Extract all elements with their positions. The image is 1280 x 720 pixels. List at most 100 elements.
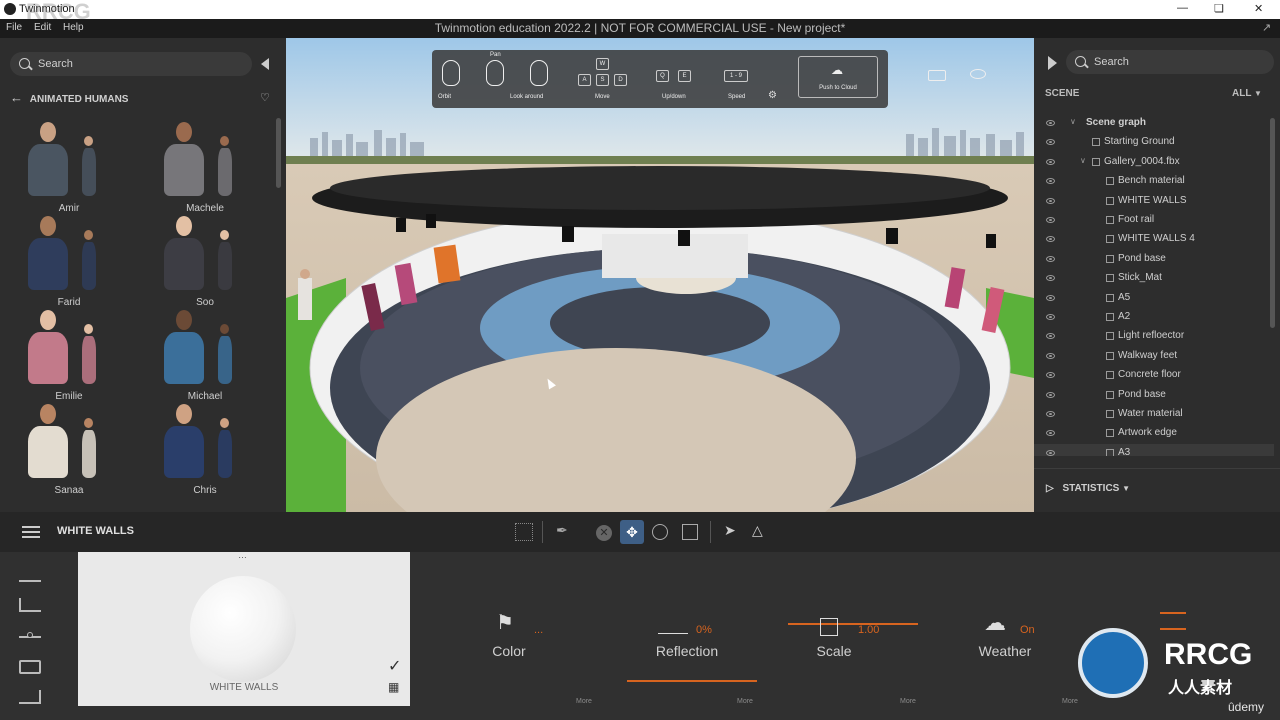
human-item[interactable]: Chris bbox=[150, 402, 260, 496]
scene-tree-item[interactable]: Stick_Mat bbox=[1034, 269, 1274, 288]
human-item[interactable]: Sanaa bbox=[14, 402, 124, 496]
human-item[interactable]: Michael bbox=[150, 308, 260, 402]
visibility-eye-icon[interactable] bbox=[1046, 178, 1055, 185]
scene-tree-item[interactable]: WHITE WALLS 4 bbox=[1034, 230, 1274, 249]
favorite-icon[interactable]: ♡ bbox=[260, 91, 270, 104]
visibility-eye-icon[interactable] bbox=[1046, 352, 1055, 359]
visibility-eye-icon[interactable] bbox=[1046, 275, 1055, 282]
push-to-cloud-button[interactable]: ☁ Push to Cloud bbox=[798, 56, 878, 98]
color-more-link[interactable]: More bbox=[576, 698, 592, 705]
split-view-icon[interactable] bbox=[928, 70, 946, 81]
library-search-input[interactable]: Search bbox=[10, 52, 252, 76]
minimize-icon[interactable]: — bbox=[1177, 2, 1188, 14]
more-dots-icon[interactable]: … bbox=[238, 550, 247, 560]
scene-tree-item[interactable]: A2 bbox=[1034, 308, 1274, 327]
visibility-eye-icon[interactable] bbox=[1046, 449, 1055, 456]
scene-tree-item[interactable]: Concrete floor bbox=[1034, 366, 1274, 385]
checkmark-icon[interactable]: ✓ bbox=[388, 656, 401, 676]
slider-icon[interactable] bbox=[19, 630, 41, 644]
visibility-eye-icon[interactable] bbox=[1046, 430, 1055, 437]
visibility-eye-icon[interactable] bbox=[1046, 391, 1055, 398]
reflection-more-link[interactable]: More bbox=[737, 698, 753, 705]
filter-dropdown[interactable]: ALL ▼ bbox=[1232, 88, 1262, 99]
scene-tree-item[interactable]: Light refloector bbox=[1034, 327, 1274, 346]
rotate-tool-icon[interactable] bbox=[652, 524, 668, 540]
visibility-eye-icon[interactable] bbox=[1046, 411, 1055, 417]
weather-cloud-icon[interactable]: ☁ bbox=[984, 610, 1006, 636]
scene-search-input[interactable]: Search bbox=[1066, 50, 1274, 74]
grid-snap-icon[interactable] bbox=[515, 523, 533, 541]
maximize-icon[interactable]: ❏ bbox=[1214, 2, 1224, 15]
visibility-eye-icon[interactable] bbox=[1046, 236, 1055, 243]
scene-tree-item[interactable]: ∨ Scene graph bbox=[1034, 114, 1274, 133]
animation-icon[interactable] bbox=[19, 598, 41, 612]
view-eye-icon[interactable] bbox=[970, 69, 986, 79]
scale-label[interactable]: Scale bbox=[774, 643, 894, 659]
back-arrow-icon[interactable]: ← bbox=[10, 90, 23, 105]
scene-tree-item[interactable]: Starting Ground bbox=[1034, 133, 1274, 152]
reflection-label[interactable]: Reflection bbox=[627, 643, 747, 659]
media-icon[interactable] bbox=[19, 660, 41, 674]
import-icon[interactable] bbox=[19, 568, 41, 582]
material-preview[interactable]: WHITE WALLS ✓ ▦ … bbox=[78, 550, 410, 706]
visibility-eye-icon[interactable] bbox=[1046, 139, 1055, 146]
scene-tree-item[interactable]: ∨ Gallery_0004.fbx bbox=[1034, 153, 1274, 172]
reflection-slider[interactable] bbox=[627, 680, 757, 682]
scene-tree-item[interactable]: Walkway feet bbox=[1034, 347, 1274, 366]
3d-viewport[interactable]: Pan Orbit Look around W A S D Move Q E U… bbox=[286, 38, 1034, 512]
paint-bucket-icon[interactable]: ⚑ bbox=[496, 610, 514, 635]
collapse-right-icon[interactable] bbox=[1048, 56, 1057, 70]
expand-chevron-icon[interactable]: ∨ bbox=[1080, 156, 1086, 165]
settings-gear-icon[interactable]: ⚙ bbox=[768, 90, 777, 101]
visibility-eye-icon[interactable] bbox=[1046, 158, 1055, 165]
scale-slider[interactable] bbox=[788, 623, 918, 625]
human-item[interactable]: Farid bbox=[14, 214, 124, 308]
human-item[interactable]: Amir bbox=[14, 120, 124, 214]
visibility-eye-icon[interactable] bbox=[1046, 197, 1055, 204]
visibility-eye-icon[interactable] bbox=[1046, 314, 1055, 320]
scene-tree-item[interactable]: WHITE WALLS bbox=[1034, 192, 1274, 211]
move-tool-icon[interactable]: ✥ bbox=[620, 520, 644, 544]
local-axis-icon[interactable]: △ bbox=[752, 522, 763, 539]
visibility-eye-icon[interactable] bbox=[1046, 120, 1055, 126]
human-item[interactable]: Soo bbox=[150, 214, 260, 308]
visibility-eye-icon[interactable] bbox=[1046, 333, 1055, 340]
settings-sliders-icon[interactable] bbox=[1160, 612, 1186, 630]
scene-tree-item[interactable]: A3 bbox=[1034, 443, 1274, 456]
pivot-tool-icon[interactable]: ➤ bbox=[724, 522, 736, 539]
scene-render[interactable] bbox=[286, 38, 1034, 512]
clear-selection-icon[interactable]: ✕ bbox=[596, 525, 612, 541]
collapse-left-icon[interactable] bbox=[261, 58, 269, 70]
human-item[interactable]: Machele bbox=[150, 120, 260, 214]
visibility-eye-icon[interactable] bbox=[1046, 372, 1055, 379]
scene-tree-item[interactable]: A5 bbox=[1034, 289, 1274, 308]
scene-tree-item[interactable]: Pond base bbox=[1034, 386, 1274, 405]
scene-scrollbar[interactable] bbox=[1270, 118, 1275, 328]
statistics-toggle[interactable]: ▷ STATISTICS ▼ bbox=[1046, 483, 1130, 494]
visibility-eye-icon[interactable] bbox=[1046, 255, 1055, 262]
hamburger-menu-icon[interactable] bbox=[22, 526, 40, 528]
human-item[interactable]: Emilie bbox=[14, 308, 124, 402]
reflection-icon[interactable] bbox=[658, 614, 688, 634]
weather-more-link[interactable]: More bbox=[1062, 698, 1078, 705]
scene-tree-item[interactable]: Pond base bbox=[1034, 250, 1274, 269]
scene-tree-item[interactable]: Artwork edge bbox=[1034, 424, 1274, 443]
close-icon[interactable]: ✕ bbox=[1254, 2, 1263, 15]
eyedropper-icon[interactable]: ✒ bbox=[556, 522, 568, 539]
expand-chevron-icon[interactable]: ∨ bbox=[1070, 117, 1076, 126]
scene-tree-item[interactable]: Foot rail bbox=[1034, 211, 1274, 230]
category-header[interactable]: ← ANIMATED HUMANS bbox=[10, 90, 128, 105]
scene-tree-item[interactable]: Water material bbox=[1034, 405, 1274, 424]
library-scrollbar[interactable] bbox=[276, 118, 281, 188]
color-label[interactable]: Color bbox=[449, 643, 569, 659]
export-icon[interactable] bbox=[19, 690, 41, 704]
scene-tree-item[interactable]: Bench material bbox=[1034, 172, 1274, 191]
expand-icon[interactable]: ↗ bbox=[1262, 21, 1271, 34]
scale-more-link[interactable]: More bbox=[900, 698, 916, 705]
scale-tool-icon[interactable] bbox=[682, 524, 698, 540]
visibility-eye-icon[interactable] bbox=[1046, 294, 1055, 301]
visibility-eye-icon[interactable] bbox=[1046, 217, 1055, 223]
grid-icon[interactable]: ▦ bbox=[388, 680, 399, 694]
weather-label[interactable]: Weather bbox=[945, 643, 1065, 659]
scale-icon[interactable] bbox=[820, 618, 838, 636]
